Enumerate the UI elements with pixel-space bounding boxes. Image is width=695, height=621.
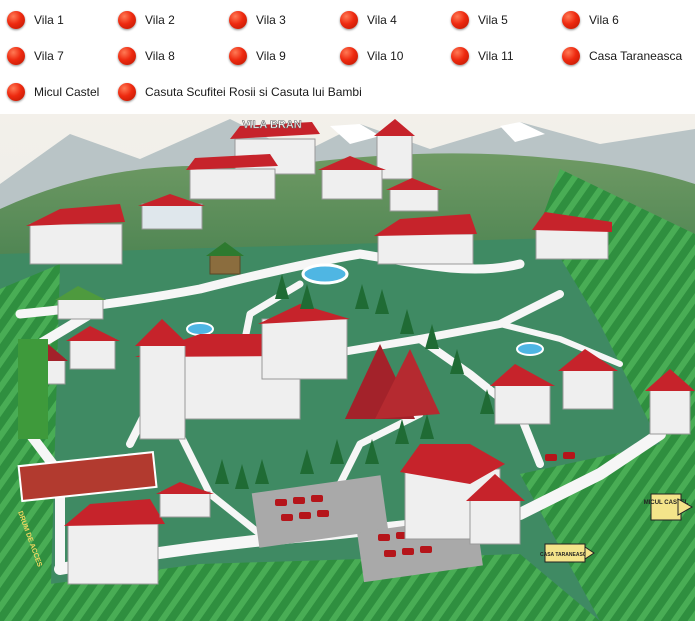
red-marker-icon <box>451 47 469 65</box>
red-marker-icon <box>562 47 580 65</box>
red-marker-icon <box>7 83 25 101</box>
legend-label: Vila 4 <box>367 13 397 27</box>
legend-label: Micul Castel <box>34 85 100 99</box>
legend-item-vila-10[interactable]: Vila 10 <box>340 45 403 67</box>
legend-item-vila-9[interactable]: Vila 9 <box>229 45 286 67</box>
legend-item-vila-6[interactable]: Vila 6 <box>562 9 619 31</box>
legend-item-micul-castel[interactable]: Micul Castel <box>7 81 99 103</box>
legend-item-casa-taraneasca[interactable]: Casa Taraneasca <box>562 45 682 67</box>
legend-label: Vila 5 <box>478 13 508 27</box>
red-marker-icon <box>118 11 136 29</box>
legend-label: Casuta Scufitei Rosii si Casuta lui Bamb… <box>145 85 362 99</box>
vila-bran-sign: VILA BRAN <box>242 119 302 131</box>
legend-label: Vila 6 <box>589 13 619 27</box>
legend-label: Vila 11 <box>478 49 514 63</box>
legend-label: Casa Taraneasca <box>589 49 683 63</box>
legend-label: Vila 8 <box>145 49 175 63</box>
legend-item-vila-7[interactable]: Vila 7 <box>7 45 64 67</box>
resort-map-page: Vila 1 Vila 2 Vila 3 Vila 4 Vila 5 Vila … <box>0 0 695 621</box>
red-marker-icon <box>229 47 247 65</box>
legend-item-vila-11[interactable]: Vila 11 <box>451 45 514 67</box>
legend-label: Vila 9 <box>256 49 286 63</box>
red-marker-icon <box>7 47 25 65</box>
red-marker-icon <box>340 11 358 29</box>
legend-item-vila-2[interactable]: Vila 2 <box>118 9 175 31</box>
playground-field <box>18 339 48 439</box>
pool-small <box>186 322 214 336</box>
legend-label: Vila 7 <box>34 49 64 63</box>
legend-item-casuta-scufitei-rosii[interactable]: Casuta Scufitei Rosii si Casuta lui Bamb… <box>118 81 362 103</box>
pool-small-2 <box>516 342 544 356</box>
legend-item-vila-8[interactable]: Vila 8 <box>118 45 175 67</box>
red-marker-icon <box>118 47 136 65</box>
legend-label: Vila 1 <box>34 13 64 27</box>
resort-map: MICUL CASTEL CASA TARANEASCA VILA BRAN D… <box>0 114 695 621</box>
legend-label: Vila 3 <box>256 13 286 27</box>
red-marker-icon <box>340 47 358 65</box>
legend-item-vila-1[interactable]: Vila 1 <box>7 9 64 31</box>
legend-item-vila-5[interactable]: Vila 5 <box>451 9 508 31</box>
villa-legend: Vila 1 Vila 2 Vila 3 Vila 4 Vila 5 Vila … <box>0 0 695 114</box>
sign-casa-taraneasca-text: CASA TARANEASCA <box>540 552 590 558</box>
red-marker-icon <box>562 11 580 29</box>
red-marker-icon <box>7 11 25 29</box>
field-left <box>0 264 60 621</box>
legend-label: Vila 10 <box>367 49 404 63</box>
pool <box>301 263 349 285</box>
legend-item-vila-3[interactable]: Vila 3 <box>229 9 286 31</box>
red-marker-icon <box>118 83 136 101</box>
legend-label: Vila 2 <box>145 13 175 27</box>
legend-item-vila-4[interactable]: Vila 4 <box>340 9 397 31</box>
red-marker-icon <box>451 11 469 29</box>
red-marker-icon <box>229 11 247 29</box>
